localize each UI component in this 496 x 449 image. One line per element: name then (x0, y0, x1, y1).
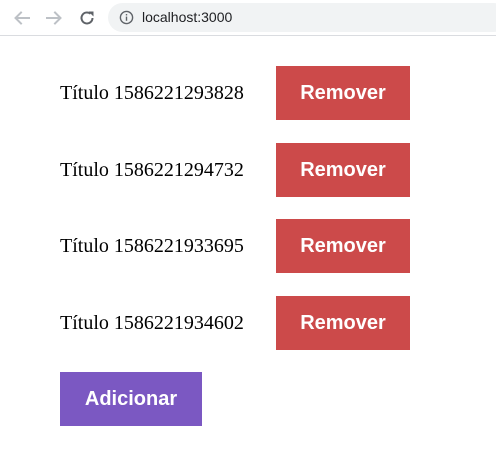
info-icon[interactable] (119, 10, 134, 25)
list-item: Título 1586221293828 Remover (60, 66, 410, 120)
add-button[interactable]: Adicionar (60, 372, 202, 426)
remove-button[interactable]: Remover (276, 219, 410, 273)
reload-button[interactable] (75, 6, 99, 30)
back-button[interactable] (10, 6, 34, 30)
remove-button[interactable]: Remover (276, 143, 410, 197)
item-title: Título 1586221934602 (60, 311, 244, 334)
forward-button[interactable] (42, 6, 66, 30)
list-item: Título 1586221294732 Remover (60, 143, 410, 197)
item-title: Título 1586221293828 (60, 81, 244, 104)
remove-button[interactable]: Remover (276, 296, 410, 350)
arrow-forward-icon (46, 11, 62, 25)
address-bar[interactable]: localhost:3000 (108, 3, 496, 32)
list-item: Título 1586221933695 Remover (60, 219, 410, 273)
browser-toolbar: localhost:3000 (0, 0, 496, 36)
list-item: Título 1586221934602 Remover (60, 296, 410, 350)
url-text[interactable]: localhost:3000 (142, 9, 232, 26)
remove-button[interactable]: Remover (276, 66, 410, 120)
arrow-back-icon (14, 11, 30, 25)
item-title: Título 1586221294732 (60, 158, 244, 181)
item-title: Título 1586221933695 (60, 234, 244, 257)
reload-icon (80, 11, 94, 25)
